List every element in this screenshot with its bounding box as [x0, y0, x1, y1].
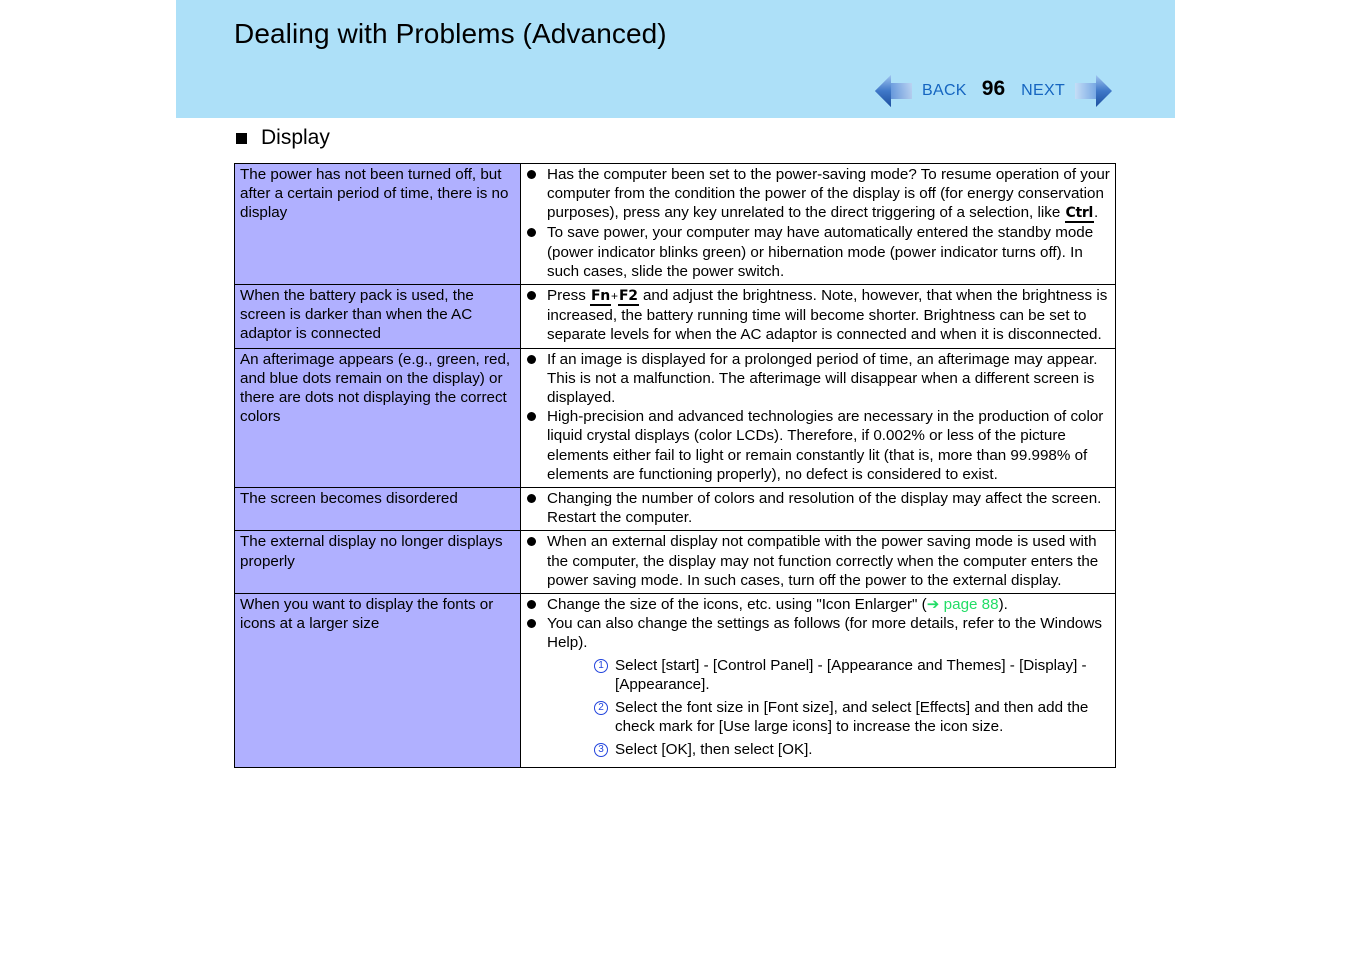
- page-number: 96: [981, 77, 1006, 100]
- bullet-icon: [527, 170, 536, 179]
- section-heading-text: Display: [261, 126, 330, 149]
- back-link[interactable]: BACK: [922, 82, 967, 100]
- page-title: Dealing with Problems (Advanced): [234, 18, 667, 49]
- problem-cell: The power has not been turned off, but a…: [234, 162, 521, 286]
- solution-cell: Has the computer been set to the power-s…: [520, 162, 1116, 286]
- solution-item: If an image is displayed for a prolonged…: [526, 350, 1110, 408]
- circled-number-icon: 1: [594, 658, 608, 673]
- table-row: The external display no longer displays …: [234, 530, 1116, 595]
- square-bullet-icon: [236, 132, 247, 144]
- solution-item: Change the size of the icons, etc. using…: [526, 595, 1110, 614]
- step-item: 1 Select [start] - [Control Panel] - [Ap…: [594, 656, 1110, 694]
- table-row: When you want to display the fonts or ic…: [234, 593, 1116, 768]
- troubleshooting-table: The power has not been turned off, but a…: [234, 162, 1116, 768]
- table-row: An afterimage appears (e.g., green, red,…: [234, 347, 1116, 489]
- bullet-icon: [527, 291, 536, 301]
- step-item: 2 Select the font size in [Font size], a…: [594, 698, 1110, 736]
- solution-item: You can also change the settings as foll…: [526, 614, 1110, 759]
- page-navigation: BACK 96 NEXT: [874, 72, 1113, 110]
- bullet-icon: [527, 228, 536, 238]
- f2-key-icon: F2: [618, 288, 639, 307]
- circled-number-icon: 3: [594, 743, 608, 758]
- arrow-right-icon: ➔: [926, 596, 940, 614]
- solution-cell: Change the size of the icons, etc. using…: [520, 593, 1116, 768]
- solution-cell: Changing the number of colors and resolu…: [520, 487, 1116, 532]
- step-item: 3 Select [OK], then select [OK].: [594, 740, 1110, 759]
- fn-key-icon: Fn: [590, 288, 611, 307]
- page-88-link[interactable]: ➔ page 88: [927, 596, 999, 613]
- table-row: When the battery pack is used, the scree…: [234, 284, 1116, 349]
- next-link[interactable]: NEXT: [1021, 82, 1065, 100]
- problem-cell: An afterimage appears (e.g., green, red,…: [234, 347, 521, 489]
- problem-cell: The screen becomes disordered: [234, 487, 521, 532]
- solution-cell: Press Fn+F2 and adjust the brightness. N…: [520, 284, 1116, 349]
- steps-list: 1 Select [start] - [Control Panel] - [Ap…: [547, 656, 1110, 760]
- ctrl-key-icon: Ctrl: [1064, 205, 1094, 224]
- solution-item: Press Fn+F2 and adjust the brightness. N…: [526, 286, 1110, 345]
- bullet-icon: [527, 537, 536, 547]
- solution-cell: When an external display not compatible …: [520, 530, 1116, 595]
- back-arrow-icon[interactable]: [874, 72, 914, 110]
- problem-cell: The external display no longer displays …: [234, 530, 521, 595]
- section-heading: Display: [236, 126, 330, 150]
- solution-item: Has the computer been set to the power-s…: [526, 165, 1110, 224]
- problem-cell: When the battery pack is used, the scree…: [234, 284, 521, 349]
- bullet-icon: [527, 619, 536, 629]
- bullet-icon: [527, 600, 536, 610]
- solution-item: To save power, your computer may have au…: [526, 223, 1110, 281]
- bullet-icon: [527, 412, 536, 422]
- solution-item: Changing the number of colors and resolu…: [526, 489, 1110, 527]
- bullet-icon: [527, 354, 536, 364]
- solution-item: When an external display not compatible …: [526, 532, 1110, 590]
- table-row: The screen becomes disordered Changing t…: [234, 487, 1116, 532]
- table-row: The power has not been turned off, but a…: [234, 162, 1116, 286]
- solution-cell: If an image is displayed for a prolonged…: [520, 347, 1116, 489]
- circled-number-icon: 2: [594, 701, 608, 716]
- problem-cell: When you want to display the fonts or ic…: [234, 593, 521, 768]
- solution-item: High-precision and advanced technologies…: [526, 407, 1110, 484]
- next-arrow-icon[interactable]: [1073, 72, 1113, 110]
- bullet-icon: [527, 494, 536, 504]
- page-header: Dealing with Problems (Advanced) BACK 96…: [176, 0, 1175, 118]
